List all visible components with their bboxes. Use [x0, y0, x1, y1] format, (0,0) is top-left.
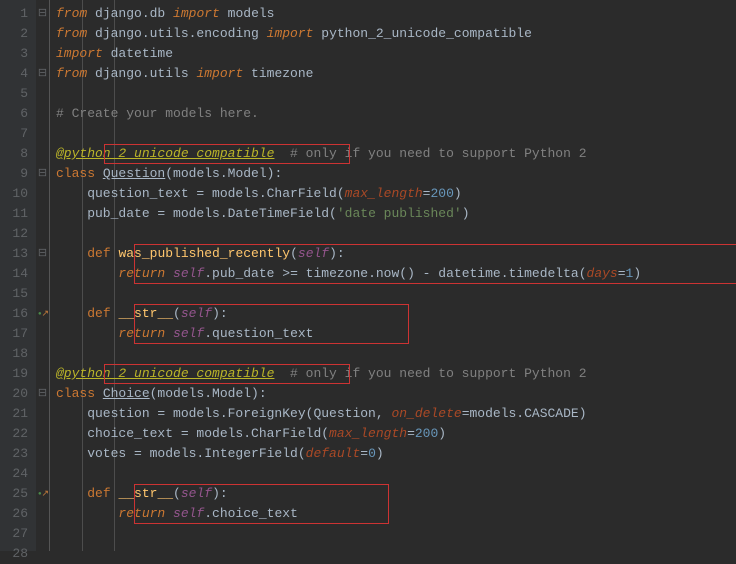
code-line[interactable]: return self.choice_text: [56, 504, 736, 524]
fold-marker: [36, 284, 49, 304]
fold-marker[interactable]: [36, 244, 49, 264]
fold-marker: [36, 364, 49, 384]
fold-marker: [36, 324, 49, 344]
line-number: 26: [4, 504, 28, 524]
code-line[interactable]: class Choice(models.Model):: [56, 384, 736, 404]
fold-marker: [36, 24, 49, 44]
fold-marker: [36, 124, 49, 144]
line-number: 6: [4, 104, 28, 124]
code-line[interactable]: # Create your models here.: [56, 104, 736, 124]
code-line[interactable]: [56, 344, 736, 364]
fold-marker: [36, 504, 49, 524]
code-line[interactable]: [56, 124, 736, 144]
line-number: 9: [4, 164, 28, 184]
line-number: 8: [4, 144, 28, 164]
code-line[interactable]: [56, 524, 736, 544]
line-number: 2: [4, 24, 28, 44]
code-line[interactable]: import datetime: [56, 44, 736, 64]
code-line[interactable]: from django.db import models: [56, 4, 736, 24]
code-line[interactable]: [56, 284, 736, 304]
line-number: 5: [4, 84, 28, 104]
line-number: 12: [4, 224, 28, 244]
line-number: 7: [4, 124, 28, 144]
code-line[interactable]: def was_published_recently(self):: [56, 244, 736, 264]
line-number: 21: [4, 404, 28, 424]
fold-marker: [36, 544, 49, 564]
code-line[interactable]: choice_text = models.CharField(max_lengt…: [56, 424, 736, 444]
line-number: 20: [4, 384, 28, 404]
line-number: 22: [4, 424, 28, 444]
code-line[interactable]: [56, 84, 736, 104]
line-number: 18: [4, 344, 28, 364]
fold-marker: [36, 424, 49, 444]
line-number: 28: [4, 544, 28, 564]
line-number: 19: [4, 364, 28, 384]
code-editor: 1234567891011121314151617181920212223242…: [0, 0, 736, 551]
code-line[interactable]: [56, 544, 736, 564]
line-number: 3: [4, 44, 28, 64]
fold-marker[interactable]: [36, 64, 49, 84]
fold-marker[interactable]: [36, 164, 49, 184]
line-number: 16: [4, 304, 28, 324]
line-number-gutter: 1234567891011121314151617181920212223242…: [0, 0, 36, 551]
line-number: 23: [4, 444, 28, 464]
fold-marker: [36, 404, 49, 424]
fold-marker: [36, 84, 49, 104]
fold-marker[interactable]: [36, 304, 49, 324]
code-line[interactable]: votes = models.IntegerField(default=0): [56, 444, 736, 464]
line-number: 1: [4, 4, 28, 24]
line-number: 24: [4, 464, 28, 484]
code-line[interactable]: pub_date = models.DateTimeField('date pu…: [56, 204, 736, 224]
code-line[interactable]: [56, 224, 736, 244]
fold-marker: [36, 464, 49, 484]
code-line[interactable]: from django.utils import timezone: [56, 64, 736, 84]
code-line[interactable]: question = models.ForeignKey(Question, o…: [56, 404, 736, 424]
code-line[interactable]: class Question(models.Model):: [56, 164, 736, 184]
fold-marker[interactable]: [36, 384, 49, 404]
fold-marker: [36, 444, 49, 464]
line-number: 11: [4, 204, 28, 224]
line-number: 4: [4, 64, 28, 84]
code-line[interactable]: def __str__(self):: [56, 484, 736, 504]
fold-marker: [36, 204, 49, 224]
code-line[interactable]: @python_2_unicode_compatible # only if y…: [56, 144, 736, 164]
code-line[interactable]: question_text = models.CharField(max_len…: [56, 184, 736, 204]
fold-marker: [36, 184, 49, 204]
line-number: 17: [4, 324, 28, 344]
line-number: 27: [4, 524, 28, 544]
code-line[interactable]: return self.question_text: [56, 324, 736, 344]
code-line[interactable]: return self.pub_date >= timezone.now() -…: [56, 264, 736, 284]
fold-marker: [36, 264, 49, 284]
code-line[interactable]: [56, 464, 736, 484]
line-number: 15: [4, 284, 28, 304]
code-area[interactable]: from django.db import modelsfrom django.…: [50, 0, 736, 551]
line-number: 13: [4, 244, 28, 264]
code-line[interactable]: def __str__(self):: [56, 304, 736, 324]
fold-marker[interactable]: [36, 4, 49, 24]
line-number: 25: [4, 484, 28, 504]
fold-marker[interactable]: [36, 484, 49, 504]
code-line[interactable]: from django.utils.encoding import python…: [56, 24, 736, 44]
line-number: 10: [4, 184, 28, 204]
fold-marker: [36, 104, 49, 124]
fold-marker: [36, 224, 49, 244]
line-number: 14: [4, 264, 28, 284]
fold-marker: [36, 44, 49, 64]
fold-marker: [36, 144, 49, 164]
fold-marker: [36, 344, 49, 364]
code-line[interactable]: @python_2_unicode_compatible # only if y…: [56, 364, 736, 384]
fold-column: [36, 0, 50, 551]
fold-marker: [36, 524, 49, 544]
